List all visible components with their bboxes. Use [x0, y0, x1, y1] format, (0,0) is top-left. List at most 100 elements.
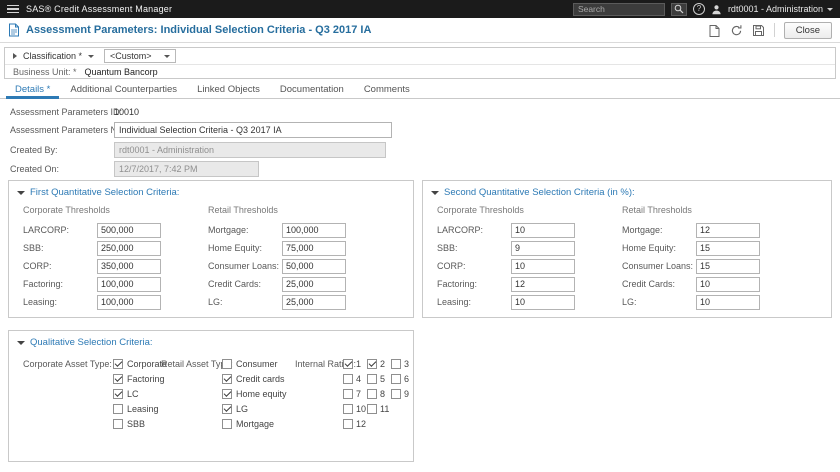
rating-option[interactable]: 3	[391, 358, 413, 369]
rating-option[interactable]: 5	[367, 373, 391, 384]
home-equity-checkbox[interactable]	[222, 388, 232, 399]
rating-option[interactable]: 9	[391, 388, 413, 399]
rating-option[interactable]: 6	[391, 373, 413, 384]
checkbox-label: 7	[356, 388, 362, 399]
user-menu[interactable]: rdt0001 - Administration	[728, 4, 833, 14]
collapse-icon[interactable]	[17, 341, 25, 345]
rating-option[interactable]: 8	[367, 388, 391, 399]
consumer-checkbox[interactable]	[222, 358, 232, 369]
threshold-label: SBB:	[437, 243, 458, 253]
chevron-down-icon[interactable]	[88, 54, 95, 58]
threshold-label: Home Equity:	[622, 243, 677, 253]
checkbox-label: 3	[404, 358, 410, 369]
threshold-label: CORP:	[23, 261, 52, 271]
rating-2-checkbox[interactable]	[367, 358, 377, 369]
assessment-id-value: 10010	[114, 106, 140, 117]
document-icon	[8, 23, 20, 37]
rating-option[interactable]: 12	[343, 418, 367, 429]
tab-linked-objects[interactable]: Linked Objects	[188, 81, 269, 99]
rating-8-checkbox[interactable]	[367, 388, 377, 399]
export-icon[interactable]	[708, 24, 721, 37]
lg-threshold-input[interactable]	[282, 294, 346, 310]
checkbox-label: 10	[356, 403, 367, 414]
rating-10-checkbox[interactable]	[343, 403, 353, 414]
corporate-asset-option[interactable]: Leasing	[113, 401, 167, 416]
mortgage-pct-input[interactable]	[696, 222, 760, 238]
rating-3-checkbox[interactable]	[391, 358, 401, 369]
refresh-icon[interactable]	[730, 24, 743, 37]
collapse-icon[interactable]	[431, 191, 439, 195]
checkbox-label: Home equity	[236, 388, 287, 399]
assessment-name-input[interactable]	[114, 121, 392, 138]
corporate-checkbox[interactable]	[113, 358, 123, 369]
rating-option[interactable]: 10	[343, 403, 367, 414]
larcorp-pct-input[interactable]	[511, 222, 575, 238]
save-icon[interactable]	[752, 24, 765, 37]
corporate-asset-option[interactable]: LC	[113, 386, 167, 401]
leasing-threshold-input[interactable]	[97, 294, 161, 310]
sbb-threshold-input[interactable]	[97, 240, 161, 256]
lc-checkbox[interactable]	[113, 388, 123, 399]
lg-checkbox[interactable]	[222, 403, 232, 414]
rating-option[interactable]: 1	[343, 358, 367, 369]
retail-asset-option[interactable]: LG	[222, 401, 287, 416]
menu-icon[interactable]	[7, 3, 19, 16]
assessment-id-label: Assessment Parameters ID:	[10, 106, 123, 117]
factoring-pct-input[interactable]	[511, 276, 575, 292]
rating-option[interactable]: 11	[367, 403, 391, 414]
corporate-asset-option[interactable]: Factoring	[113, 371, 167, 386]
search-icon[interactable]	[670, 2, 687, 16]
tab-bar: Details * Additional Counterparties Link…	[0, 81, 840, 99]
factoring-threshold-input[interactable]	[97, 276, 161, 292]
credit-cards-threshold-input[interactable]	[282, 276, 346, 292]
leasing-pct-input[interactable]	[511, 294, 575, 310]
leasing-checkbox[interactable]	[113, 403, 123, 414]
factoring-checkbox[interactable]	[113, 373, 123, 384]
rating-12-checkbox[interactable]	[343, 418, 353, 429]
collapse-icon[interactable]	[17, 191, 25, 195]
search-input[interactable]	[572, 2, 665, 16]
home-equity-pct-input[interactable]	[696, 240, 760, 256]
threshold-label: Consumer Loans:	[622, 261, 694, 271]
classification-dropdown[interactable]: <Custom>	[104, 49, 176, 63]
rating-option[interactable]: 2	[367, 358, 391, 369]
rating-11-checkbox[interactable]	[367, 403, 377, 414]
rating-5-checkbox[interactable]	[367, 373, 377, 384]
sbb-checkbox[interactable]	[113, 418, 123, 429]
lg-pct-input[interactable]	[696, 294, 760, 310]
mortgage-threshold-input[interactable]	[282, 222, 346, 238]
threshold-label: LG:	[208, 297, 223, 307]
rating-9-checkbox[interactable]	[391, 388, 401, 399]
tab-additional-counterparties[interactable]: Additional Counterparties	[61, 81, 186, 99]
credit-cards-pct-input[interactable]	[696, 276, 760, 292]
rating-6-checkbox[interactable]	[391, 373, 401, 384]
chevron-down-icon	[827, 7, 833, 11]
corp-pct-input[interactable]	[511, 258, 575, 274]
corporate-asset-option[interactable]: SBB	[113, 416, 167, 431]
checkbox-label: Mortgage	[236, 418, 275, 429]
home-equity-threshold-input[interactable]	[282, 240, 346, 256]
retail-asset-option[interactable]: Home equity	[222, 386, 287, 401]
rating-1-checkbox[interactable]	[343, 358, 353, 369]
retail-asset-option[interactable]: Credit cards	[222, 371, 287, 386]
close-button[interactable]: Close	[783, 21, 832, 39]
rating-7-checkbox[interactable]	[343, 388, 353, 399]
corporate-asset-option[interactable]: Corporate	[113, 356, 167, 371]
consumer-loans-pct-input[interactable]	[696, 258, 760, 274]
sbb-pct-input[interactable]	[511, 240, 575, 256]
help-icon[interactable]: ?	[692, 3, 705, 15]
tab-details[interactable]: Details *	[6, 81, 60, 99]
larcorp-threshold-input[interactable]	[97, 222, 161, 238]
corp-threshold-input[interactable]	[97, 258, 161, 274]
retail-asset-option[interactable]: Consumer	[222, 356, 287, 371]
tab-comments[interactable]: Comments	[355, 81, 419, 99]
rating-4-checkbox[interactable]	[343, 373, 353, 384]
rating-option[interactable]: 4	[343, 373, 367, 384]
rating-option[interactable]: 7	[343, 388, 367, 399]
mortgage-checkbox[interactable]	[222, 418, 232, 429]
consumer-loans-threshold-input[interactable]	[282, 258, 346, 274]
retail-asset-option[interactable]: Mortgage	[222, 416, 287, 431]
credit-cards-checkbox[interactable]	[222, 373, 232, 384]
tab-documentation[interactable]: Documentation	[271, 81, 353, 99]
expand-icon[interactable]	[13, 53, 17, 59]
